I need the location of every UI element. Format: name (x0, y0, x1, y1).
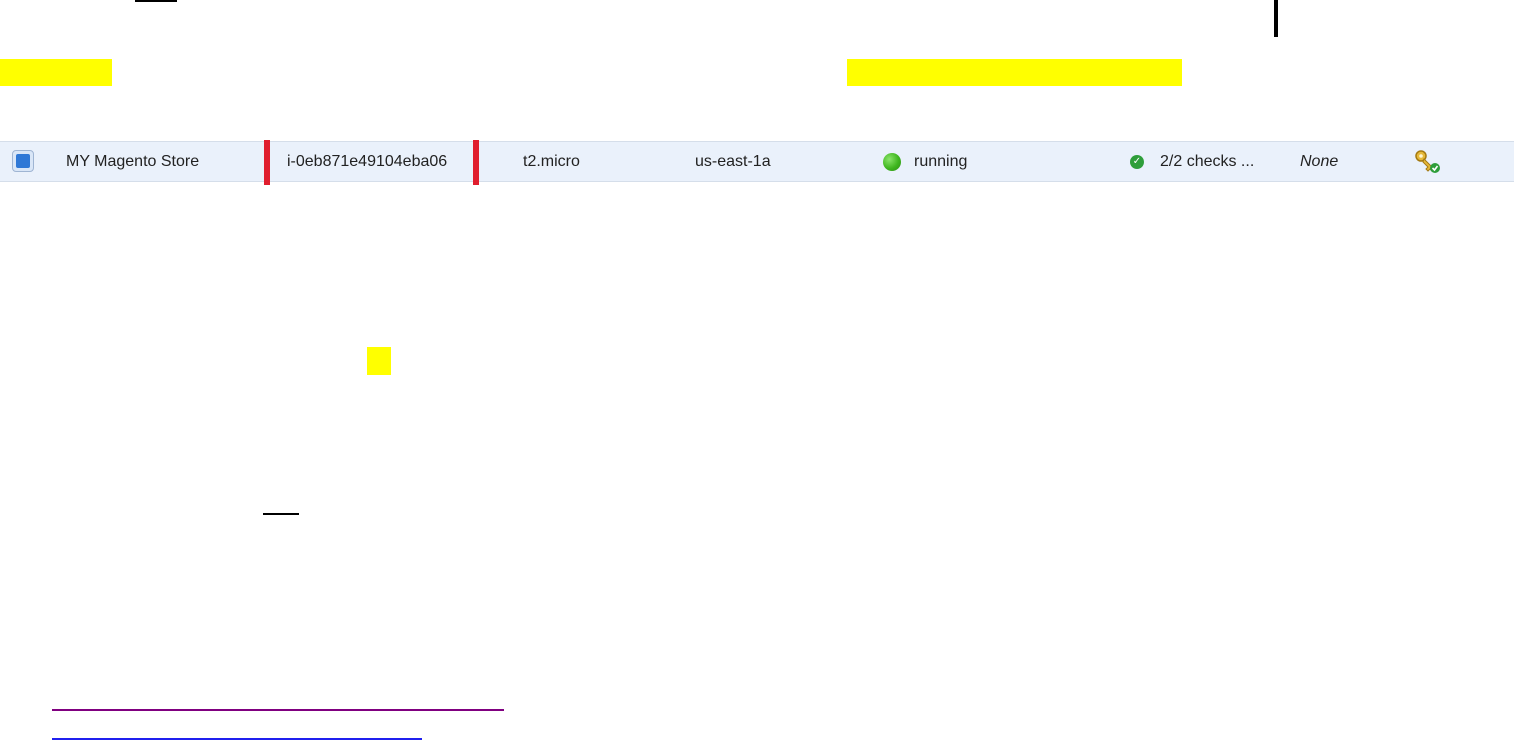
availability-zone: us-east-1a (695, 153, 771, 170)
short-underline-mark (263, 513, 299, 515)
instance-type: t2.micro (523, 153, 580, 170)
status-checks[interactable]: 2/2 checks ... (1160, 142, 1254, 181)
yellow-highlight-right (847, 59, 1182, 86)
highlight-bar-right (473, 140, 479, 185)
instance-id: i-0eb871e49104eba06 (287, 153, 448, 170)
alarm-status[interactable]: None (1300, 142, 1338, 181)
vertical-bar-mark (1274, 0, 1278, 37)
yellow-highlight-left (0, 59, 112, 86)
checkbox-icon[interactable] (12, 150, 34, 172)
link-underline-visited[interactable] (52, 709, 504, 711)
yellow-highlight-small (367, 347, 391, 375)
instance-state: running (914, 153, 968, 170)
running-status-icon (883, 153, 901, 171)
highlight-bar-left (264, 140, 270, 185)
top-underline-mark (135, 0, 177, 2)
check-ok-icon: ✓ (1130, 155, 1144, 169)
instance-row[interactable]: MY Magento Store i-0eb871e49104eba06 t2.… (0, 140, 1514, 185)
instance-name: MY Magento Store (66, 153, 200, 170)
key-icon[interactable] (1414, 149, 1442, 175)
link-underline[interactable] (52, 738, 422, 740)
